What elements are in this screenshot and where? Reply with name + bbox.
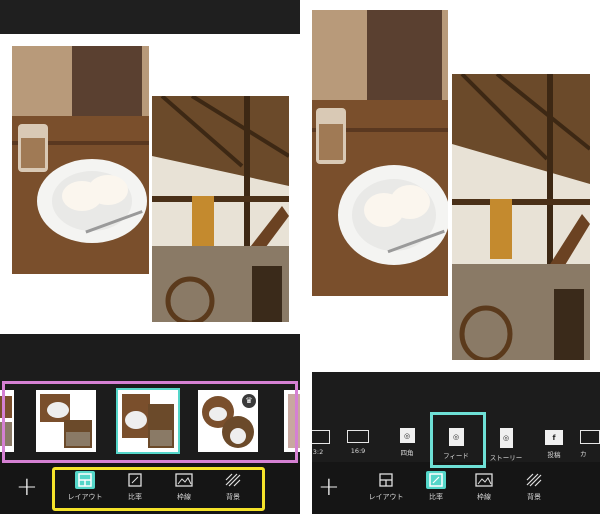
add-photo-button[interactable]: +	[318, 474, 340, 500]
ratio-option-post[interactable]: f 投稿	[534, 430, 574, 459]
bottom-toolbar: + レイアウト 比率 枠線 背景	[312, 462, 600, 514]
add-photo-button[interactable]: +	[16, 474, 38, 500]
instagram-icon: ◎	[499, 428, 513, 448]
photo-cafe-crepe[interactable]	[12, 46, 149, 274]
rect-icon	[580, 430, 600, 444]
ratio-option-cover[interactable]: カ	[580, 430, 600, 458]
ratio-icon	[426, 471, 446, 489]
collage-canvas[interactable]	[0, 34, 300, 334]
tool-ratio-label: 比率	[429, 493, 443, 501]
facebook-icon: f	[545, 430, 563, 445]
rect-icon	[347, 430, 369, 443]
photo-cafe-crepe[interactable]	[312, 10, 448, 296]
photo-interior-stairs[interactable]	[452, 74, 590, 360]
tool-layout-label: レイアウト	[368, 493, 404, 501]
tool-layout[interactable]: レイアウト	[364, 471, 408, 502]
collage-canvas-feed[interactable]	[312, 0, 600, 372]
layout-thumbnails-highlight	[2, 381, 298, 463]
background-icon	[524, 471, 544, 489]
tool-background-label: 背景	[527, 493, 541, 501]
tool-ratio[interactable]: 比率	[414, 471, 458, 502]
ratio-option-label: 16:9	[350, 447, 366, 455]
ratio-option-3-2[interactable]: 3:2	[312, 430, 338, 456]
tool-border[interactable]: 枠線	[462, 471, 506, 502]
photo-interior-stairs[interactable]	[152, 96, 289, 322]
border-icon	[474, 471, 494, 489]
layout-icon	[376, 471, 396, 489]
top-status-bar	[0, 0, 300, 34]
ratio-option-story[interactable]: ◎ ストーリー	[486, 428, 526, 462]
toolbar-highlight	[52, 467, 265, 511]
ratio-option-label: 3:2	[312, 448, 324, 456]
ratio-option-label: ストーリー	[489, 454, 523, 462]
ratio-option-square[interactable]: ◎ 四角	[387, 428, 427, 457]
tool-border-label: 枠線	[477, 493, 491, 501]
right-screen: 3:2 16:9 ◎ 四角 ◎ フィード ◎ ストーリー f 投稿 カ + レイ…	[312, 0, 600, 514]
ratio-option-label: 四角	[400, 449, 414, 457]
feed-option-highlight	[430, 412, 486, 468]
ratio-option-label: カ	[580, 450, 587, 458]
left-screen: ♛ + レイアウト 比率 枠線 背景	[0, 0, 300, 514]
ratio-option-16-9[interactable]: 16:9	[338, 430, 378, 455]
rect-icon	[312, 430, 330, 444]
ratio-option-label: 投稿	[547, 451, 561, 459]
tool-background[interactable]: 背景	[512, 471, 556, 502]
instagram-icon: ◎	[399, 428, 415, 443]
